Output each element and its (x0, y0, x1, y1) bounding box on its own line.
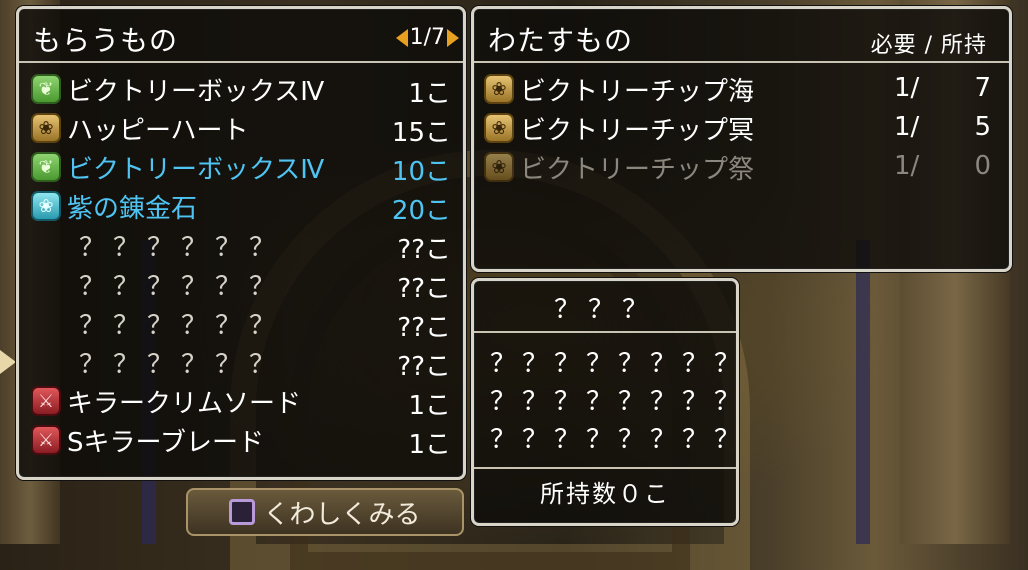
receive-divider (19, 61, 463, 63)
receive-item-name: ？？？？？？ (79, 310, 284, 341)
receive-item-qty: ??こ (397, 274, 451, 304)
receive-title: もらうもの (33, 24, 179, 57)
receive-item-row[interactable]: ？？？？？？ (79, 305, 283, 341)
give-item-have: 5 (974, 112, 991, 142)
victory-chip-icon: ❀ (484, 74, 514, 104)
view-details-button[interactable]: くわしくみる (186, 488, 464, 536)
receive-item-name: ビクトリーボックスⅣ (67, 154, 325, 185)
left-cursor-marker (0, 350, 16, 374)
detail-divider-bottom (474, 467, 736, 469)
receive-item-name: ビクトリーボックスⅣ (67, 76, 325, 107)
detail-line: ？？？？？？？？ (490, 387, 747, 417)
give-item-have: 0 (974, 151, 991, 181)
page-number: 1/7 (409, 25, 445, 50)
receive-item-qty: 1こ (408, 391, 451, 421)
victory-chip-icon: ❀ (484, 152, 514, 182)
receive-item-name: キラークリムソード (67, 388, 302, 419)
receive-item-row[interactable]: ？？？？？？ (79, 344, 283, 380)
receive-item-row[interactable]: ❀ 紫の錬金石 (31, 188, 197, 224)
give-item-row[interactable]: ❀ ビクトリーチップ海 (484, 71, 754, 107)
receive-item-qty: ??こ (397, 352, 451, 382)
receive-item-row[interactable]: ？？？？？？ (79, 266, 283, 302)
page-indicator[interactable]: 1/7 (395, 25, 459, 50)
give-item-have: 7 (974, 73, 991, 103)
detail-title: ？？？ (553, 295, 656, 325)
victory-chip-icon: ❀ (484, 113, 514, 143)
give-item-need: 1/ (894, 151, 920, 181)
receive-item-qty: 15こ (391, 118, 451, 148)
receive-panel: もらうもの 1/7 ❦ ビクトリーボックスⅣ 1こ ❀ ハッピーハート 15こ ❦ ビクトリー… (16, 6, 466, 480)
give-item-name: ビクトリーチップ祭 (520, 154, 755, 185)
receive-item-qty: 1こ (408, 430, 451, 460)
owned-count: 所持数０こ (540, 480, 670, 508)
receive-item-qty: ??こ (397, 235, 451, 265)
receive-item-name: ハッピーハート (67, 115, 249, 146)
receive-item-qty: 1こ (408, 79, 451, 109)
leaf-green-icon: ❦ (31, 74, 61, 104)
give-item-row[interactable]: ❀ ビクトリーチップ祭 (484, 149, 754, 185)
receive-item-name: ？？？？？？ (79, 349, 284, 380)
receive-item-row[interactable]: ❦ ビクトリーボックスⅣ (31, 149, 324, 185)
red-sword-icon: ⚔ (31, 425, 61, 455)
detail-line: ？？？？？？？？ (490, 425, 747, 455)
leaf-green-icon: ❦ (31, 152, 61, 182)
receive-item-qty: 10こ (391, 157, 451, 187)
need-have-header: 必要 / 所持 (870, 33, 987, 58)
give-item-need: 1/ (894, 112, 920, 142)
receive-item-qty: 20こ (391, 196, 451, 226)
view-details-label: くわしくみる (263, 499, 421, 530)
receive-item-qty: ??こ (397, 313, 451, 343)
cyan-pouch-icon: ❀ (31, 191, 61, 221)
give-item-name: ビクトリーチップ冥 (520, 115, 755, 146)
receive-item-row[interactable]: ？？？？？？ (79, 227, 283, 263)
receive-item-row[interactable]: ❀ ハッピーハート (31, 110, 248, 146)
receive-item-name: 紫の錬金石 (67, 193, 198, 224)
receive-item-row[interactable]: ⚔ Sキラーブレード (31, 422, 264, 458)
give-item-row[interactable]: ❀ ビクトリーチップ冥 (484, 110, 754, 146)
receive-item-name: ？？？？？？ (79, 232, 284, 263)
detail-panel: ？？？ ？？？？？？？？ ？？？？？？？？ ？？？？？？？？ 所持数０こ (471, 278, 740, 526)
background-stripe (856, 240, 870, 544)
red-sword-icon: ⚔ (31, 386, 61, 416)
page-next-icon[interactable] (447, 28, 459, 47)
receive-item-row[interactable]: ❦ ビクトリーボックスⅣ (31, 71, 324, 107)
page-prev-icon[interactable] (395, 28, 408, 47)
gold-pouch-icon: ❀ (31, 113, 61, 143)
give-divider (474, 61, 1009, 63)
detail-divider-top (474, 331, 736, 333)
give-item-name: ビクトリーチップ海 (520, 76, 755, 107)
detail-line: ？？？？？？？？ (490, 349, 747, 379)
give-item-need: 1/ (894, 73, 920, 103)
give-panel: わたすもの 必要 / 所持 ❀ ビクトリーチップ海 1/7 ❀ ビクトリーチップ冥 1/5… (471, 6, 1012, 272)
receive-item-name: ？？？？？？ (79, 271, 284, 302)
receive-item-row[interactable]: ⚔ キラークリムソード (31, 383, 301, 419)
give-title: わたすもの (488, 24, 634, 57)
square-button-icon (229, 499, 256, 525)
receive-item-name: Sキラーブレード (67, 427, 264, 458)
